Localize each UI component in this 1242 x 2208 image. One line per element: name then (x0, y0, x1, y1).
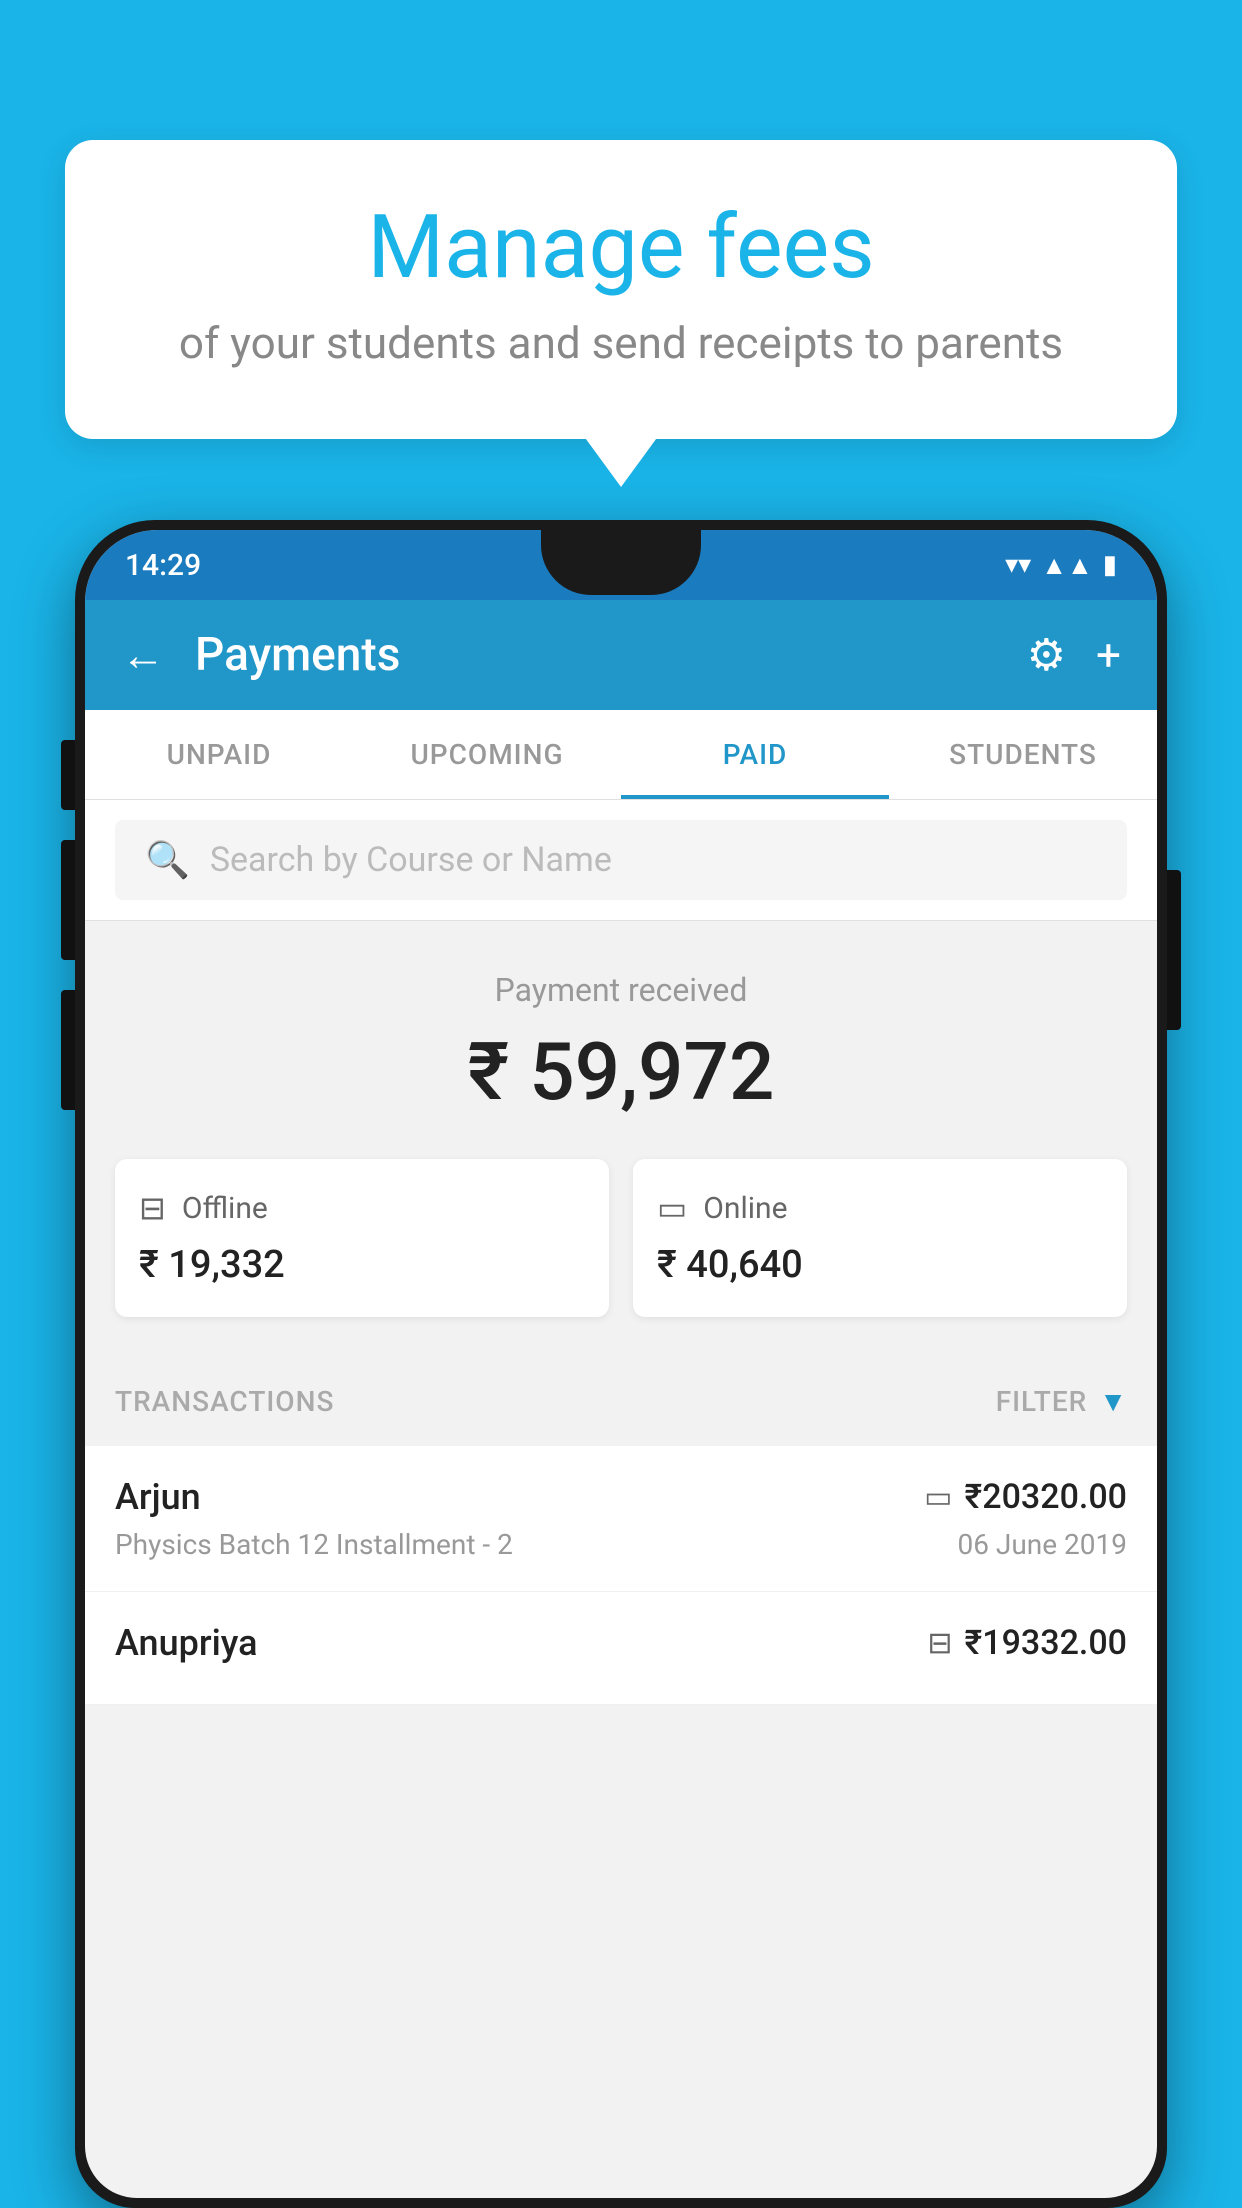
app-bar-actions: ⚙ + (1027, 629, 1121, 681)
tabs-bar: UNPAID UPCOMING PAID STUDENTS (85, 710, 1157, 800)
payment-received-label: Payment received (115, 971, 1127, 1009)
tab-upcoming[interactable]: UPCOMING (353, 710, 621, 799)
payment-summary: Payment received ₹ 59,972 ⊟ Offline ₹ 19… (85, 921, 1157, 1357)
transaction-name: Arjun (115, 1476, 201, 1518)
battery-icon: ▮ (1103, 550, 1117, 580)
speech-bubble: Manage fees of your students and send re… (65, 140, 1177, 439)
status-time: 14:29 (125, 548, 201, 583)
transaction-amount-container: ⊟ ₹19332.00 (927, 1623, 1127, 1663)
offline-label: Offline (182, 1191, 268, 1226)
tab-unpaid[interactable]: UNPAID (85, 710, 353, 799)
transaction-name: Anupriya (115, 1622, 258, 1664)
online-icon: ▭ (657, 1189, 687, 1227)
search-container: 🔍 Search by Course or Name (85, 800, 1157, 921)
card-payment-icon: ▭ (924, 1480, 952, 1515)
status-icons: ▾▾ ▲▲ ▮ (1005, 550, 1117, 581)
transaction-row[interactable]: Arjun ▭ ₹20320.00 Physics Batch 12 Insta… (85, 1446, 1157, 1592)
transaction-amount-container: ▭ ₹20320.00 (924, 1477, 1127, 1517)
phone-frame: 14:29 ▾▾ ▲▲ ▮ ← Payments ⚙ + UNPAID UPCO… (75, 520, 1167, 2208)
transaction-amount: ₹20320.00 (965, 1477, 1127, 1517)
transaction-top-row: Arjun ▭ ₹20320.00 (115, 1476, 1127, 1518)
transaction-amount: ₹19332.00 (965, 1623, 1127, 1663)
offline-payment-card: ⊟ Offline ₹ 19,332 (115, 1159, 609, 1317)
tab-students[interactable]: STUDENTS (889, 710, 1157, 799)
search-input[interactable]: Search by Course or Name (210, 840, 612, 880)
filter-label: FILTER (996, 1385, 1088, 1418)
online-payment-card: ▭ Online ₹ 40,640 (633, 1159, 1127, 1317)
search-box[interactable]: 🔍 Search by Course or Name (115, 820, 1127, 900)
settings-icon[interactable]: ⚙ (1027, 629, 1066, 681)
transaction-date: 06 June 2019 (957, 1528, 1127, 1561)
transactions-label: TRANSACTIONS (115, 1385, 334, 1418)
phone-notch (541, 530, 701, 595)
online-card-header: ▭ Online (657, 1189, 1103, 1227)
online-label: Online (703, 1191, 787, 1226)
offline-icon: ⊟ (139, 1189, 166, 1227)
bubble-subtitle: of your students and send receipts to pa… (145, 317, 1097, 369)
phone-screen: 14:29 ▾▾ ▲▲ ▮ ← Payments ⚙ + UNPAID UPCO… (85, 530, 1157, 2198)
signal-icon: ▲▲ (1041, 550, 1092, 581)
payment-total-amount: ₹ 59,972 (115, 1025, 1127, 1119)
add-icon[interactable]: + (1096, 629, 1121, 681)
tab-paid[interactable]: PAID (621, 710, 889, 799)
filter-icon: ▼ (1099, 1385, 1127, 1418)
back-button[interactable]: ← (121, 629, 165, 681)
offline-amount: ₹ 19,332 (139, 1243, 585, 1287)
transaction-top-row: Anupriya ⊟ ₹19332.00 (115, 1622, 1127, 1664)
app-bar: ← Payments ⚙ + (85, 600, 1157, 710)
filter-container[interactable]: FILTER ▼ (996, 1385, 1127, 1418)
transaction-row[interactable]: Anupriya ⊟ ₹19332.00 (85, 1592, 1157, 1705)
offline-payment-icon: ⊟ (927, 1626, 952, 1661)
online-amount: ₹ 40,640 (657, 1243, 1103, 1287)
phone-side-btn-power (1167, 870, 1181, 1030)
wifi-icon: ▾▾ (1005, 550, 1031, 580)
phone-side-btn-vol-up (61, 840, 75, 960)
transactions-header: TRANSACTIONS FILTER ▼ (85, 1357, 1157, 1446)
phone-side-btn-vol-down (61, 990, 75, 1110)
transaction-course: Physics Batch 12 Installment - 2 (115, 1528, 513, 1561)
offline-card-header: ⊟ Offline (139, 1189, 585, 1227)
phone-side-btn (61, 740, 75, 810)
app-title: Payments (195, 628, 997, 682)
payment-cards: ⊟ Offline ₹ 19,332 ▭ Online ₹ 40,640 (115, 1159, 1127, 1317)
transaction-bottom-row: Physics Batch 12 Installment - 2 06 June… (115, 1528, 1127, 1561)
search-icon: 🔍 (145, 839, 190, 881)
bubble-title: Manage fees (145, 200, 1097, 297)
